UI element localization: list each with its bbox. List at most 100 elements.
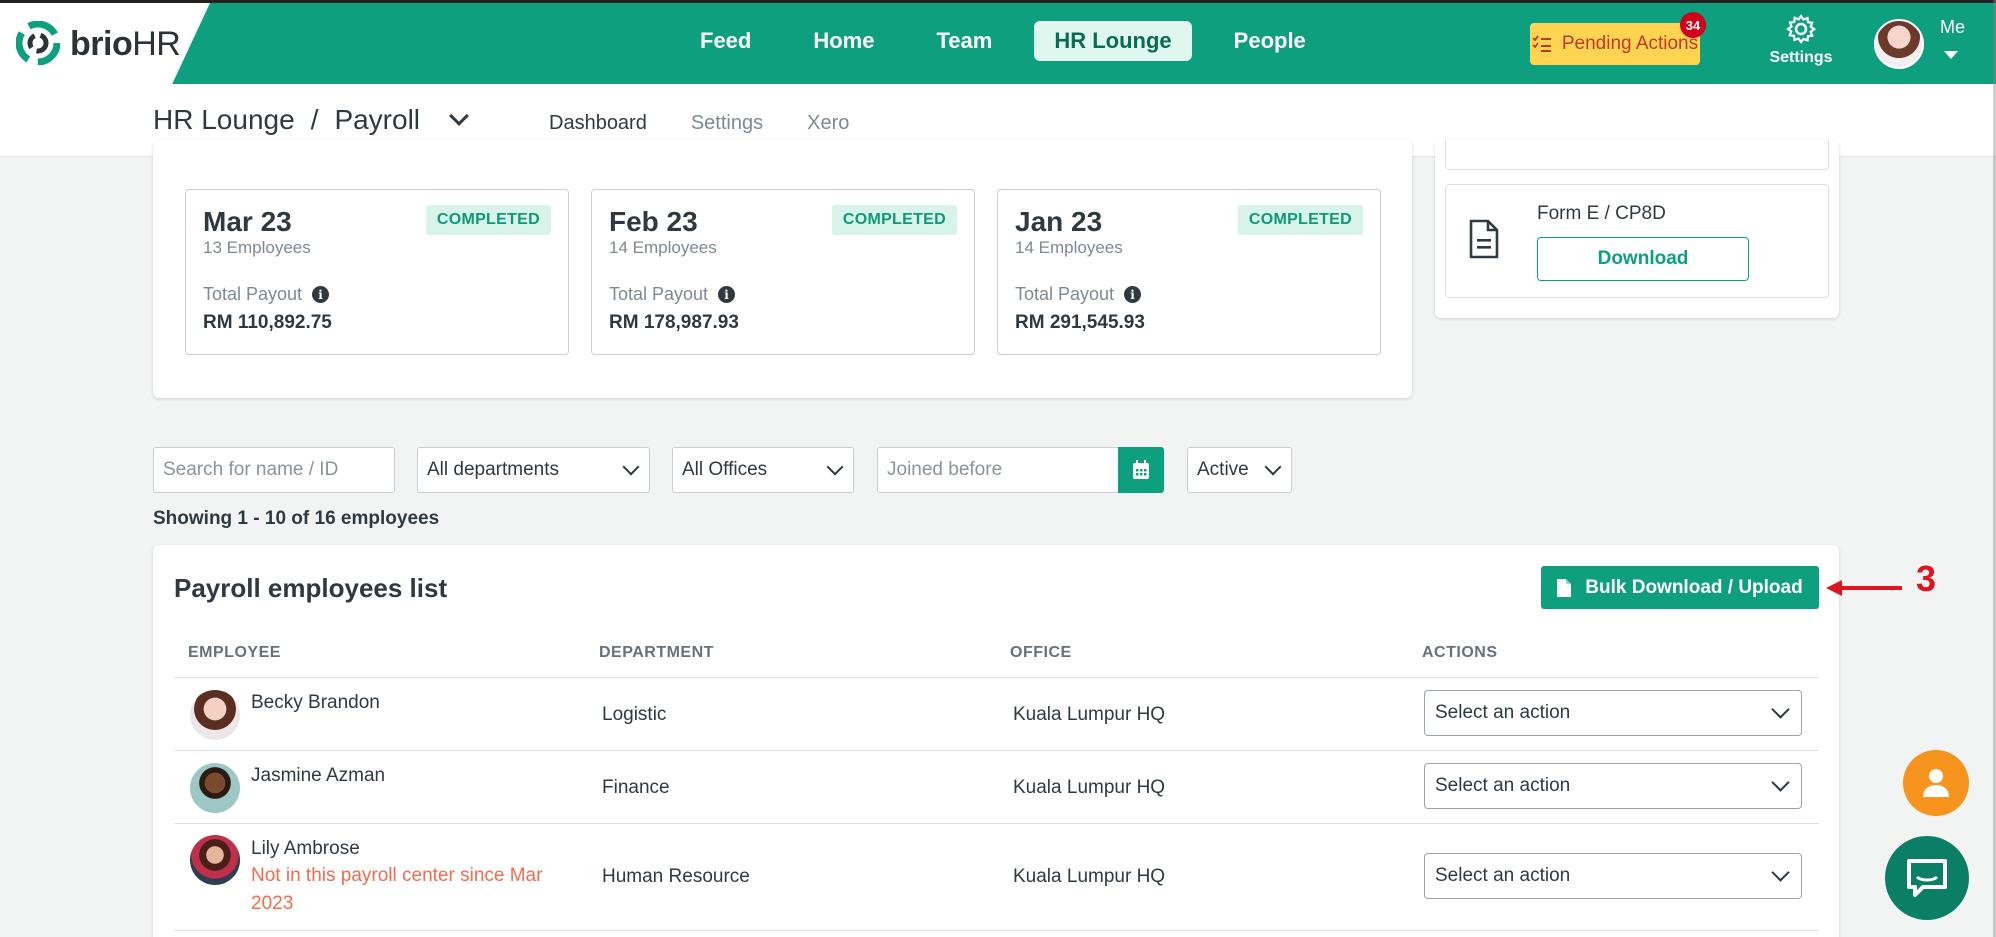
- download-button[interactable]: Download: [1537, 237, 1749, 281]
- list-title: Payroll employees list: [174, 573, 448, 603]
- chat-icon: [1907, 859, 1947, 897]
- month-title: Jan 23: [1015, 206, 1103, 237]
- top-navbar: brioHR Feed Home Team HR Lounge People P…: [0, 0, 1996, 84]
- me-label: Me: [1940, 17, 1966, 37]
- brand-logo[interactable]: brioHR: [0, 3, 210, 84]
- action-select[interactable]: Select an action: [1424, 690, 1802, 736]
- gear-icon: [1786, 14, 1817, 44]
- payout-value: RM 291,545.93: [1015, 312, 1145, 333]
- nav-people[interactable]: People: [1214, 21, 1326, 61]
- info-icon[interactable]: i: [718, 286, 736, 303]
- department-select[interactable]: All departments: [417, 447, 650, 493]
- chevron-down-icon: [1771, 773, 1790, 792]
- month-title: Feb 23: [609, 206, 698, 237]
- payout-label: Total Payout i: [609, 284, 736, 305]
- chat-fab-button[interactable]: [1885, 836, 1969, 920]
- bulk-download-upload-button[interactable]: Bulk Download / Upload: [1541, 566, 1819, 609]
- document-icon: [1469, 219, 1499, 259]
- info-icon[interactable]: i: [1124, 286, 1142, 303]
- payout-value: RM 178,987.93: [609, 312, 739, 333]
- department-cell: Logistic: [602, 704, 667, 725]
- department-cell: Human Resource: [602, 866, 750, 887]
- nav-hr-lounge[interactable]: HR Lounge: [1034, 21, 1192, 61]
- calendar-button[interactable]: [1118, 447, 1164, 493]
- status-badge: COMPLETED: [425, 205, 551, 235]
- bulk-button-label: Bulk Download / Upload: [1585, 576, 1803, 598]
- payroll-month-card[interactable]: Jan 23 14 Employees COMPLETED Total Payo…: [997, 189, 1381, 355]
- annotation-number: 3: [1916, 558, 1937, 599]
- breadcrumb-separator: /: [310, 104, 319, 135]
- employee-name[interactable]: Jasmine Azman: [251, 765, 385, 787]
- search-input[interactable]: Search for name / ID: [153, 447, 395, 493]
- checklist-icon: [1532, 35, 1551, 52]
- chevron-down-icon: [1264, 458, 1282, 476]
- chevron-down-icon: [622, 458, 640, 476]
- pending-actions-label: Pending Actions: [1561, 33, 1699, 54]
- chevron-down-icon[interactable]: [449, 106, 469, 126]
- breadcrumb: HR Lounge / Payroll: [153, 104, 469, 136]
- office-cell: Kuala Lumpur HQ: [1013, 866, 1166, 887]
- avatar: [190, 690, 240, 740]
- employee-name[interactable]: Becky Brandon: [251, 692, 380, 714]
- payroll-month-card[interactable]: Mar 23 13 Employees COMPLETED Total Payo…: [185, 189, 569, 355]
- chevron-down-icon: [1771, 863, 1790, 882]
- action-select[interactable]: Select an action: [1424, 763, 1802, 809]
- chevron-down-icon: [1771, 700, 1790, 719]
- form-card: Form E / CP8D Download: [1445, 184, 1829, 298]
- results-count: Showing 1 - 10 of 16 employees: [153, 508, 440, 529]
- nav-home[interactable]: Home: [793, 21, 894, 61]
- logo-swirl-icon: [16, 21, 60, 65]
- forms-card-above: [1445, 140, 1829, 170]
- brand-name: brioHR: [70, 25, 181, 63]
- column-header-office: OFFICE: [1010, 644, 1072, 661]
- payout-label: Total Payout i: [203, 284, 330, 305]
- breadcrumb-section[interactable]: HR Lounge: [153, 104, 295, 136]
- settings-label: Settings: [1769, 49, 1833, 66]
- divider: [174, 823, 1819, 824]
- pending-count-badge: 34: [1680, 12, 1706, 38]
- action-select[interactable]: Select an action: [1424, 853, 1802, 899]
- employee-name[interactable]: Lily Ambrose: [251, 838, 360, 860]
- arrow-left-icon: [1826, 580, 1902, 596]
- nav-feed[interactable]: Feed: [680, 21, 771, 61]
- status-badge: COMPLETED: [831, 205, 957, 235]
- payroll-status-note: 2023: [251, 893, 294, 914]
- month-employees: 14 Employees: [1015, 238, 1123, 257]
- month-employees: 13 Employees: [203, 238, 311, 257]
- office-cell: Kuala Lumpur HQ: [1013, 777, 1166, 798]
- department-cell: Finance: [602, 777, 670, 798]
- month-employees: 14 Employees: [609, 238, 717, 257]
- avatar: [190, 835, 240, 885]
- divider: [174, 750, 1819, 751]
- status-badge: COMPLETED: [1237, 205, 1363, 235]
- form-title: Form E / CP8D: [1537, 203, 1666, 224]
- profile-menu[interactable]: Me: [1874, 17, 1974, 73]
- avatar: [190, 763, 240, 813]
- settings-button[interactable]: Settings: [1766, 13, 1836, 67]
- caret-down-icon: [1944, 51, 1958, 59]
- file-icon: [1557, 578, 1572, 597]
- joined-before-input[interactable]: Joined before: [877, 447, 1119, 493]
- user-icon: [1923, 769, 1949, 797]
- month-title: Mar 23: [203, 206, 292, 237]
- office-select[interactable]: All Offices: [672, 447, 854, 493]
- pending-actions-button[interactable]: Pending Actions 34: [1530, 12, 1706, 65]
- column-header-actions: ACTIONS: [1422, 644, 1498, 661]
- calendar-icon: [1133, 460, 1149, 479]
- status-select[interactable]: Active: [1187, 447, 1292, 493]
- payroll-month-card[interactable]: Feb 23 14 Employees COMPLETED Total Payo…: [591, 189, 975, 355]
- nav-team[interactable]: Team: [916, 21, 1012, 61]
- payout-value: RM 110,892.75: [203, 312, 332, 333]
- info-icon[interactable]: i: [312, 286, 330, 303]
- main-nav: Feed Home Team HR Lounge People: [680, 21, 1348, 61]
- divider: [174, 677, 1819, 678]
- avatar: [1874, 19, 1924, 69]
- office-cell: Kuala Lumpur HQ: [1013, 704, 1166, 725]
- payout-label: Total Payout i: [1015, 284, 1142, 305]
- breadcrumb-page: Payroll: [334, 104, 421, 135]
- divider: [174, 930, 1819, 931]
- column-header-department: DEPARTMENT: [599, 644, 714, 661]
- user-fab-button[interactable]: [1903, 750, 1969, 816]
- chevron-down-icon: [826, 458, 844, 476]
- column-header-employee: EMPLOYEE: [188, 644, 281, 661]
